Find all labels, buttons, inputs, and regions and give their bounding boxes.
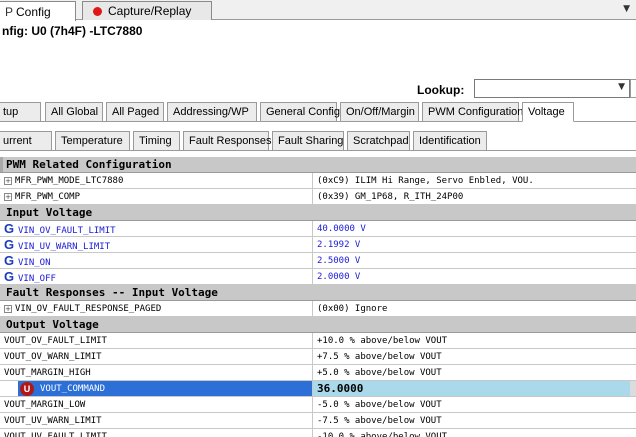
section-title: Input Voltage [6, 206, 93, 219]
property-value[interactable]: -7.5 % above/below VOUT [312, 413, 636, 428]
property-row[interactable]: VOUT_UV_FAULT_LIMIT -10.0 % above/below … [0, 429, 636, 437]
section-header: Output Voltage [0, 317, 636, 333]
tab-capture-replay[interactable]: Capture/Replay [82, 1, 212, 20]
property-name: VIN_UV_WARN_LIMIT [18, 242, 111, 252]
record-dot-icon [93, 6, 102, 16]
property-row[interactable]: + MFR_PWM_MODE_LTC7880 (0xC9) ILIM Hi Ran… [0, 173, 636, 189]
property-value[interactable]: (0x39) GM_1P68, R_ITH_24P00 [312, 189, 636, 204]
property-value[interactable]: +7.5 % above/below VOUT [312, 349, 636, 364]
property-name: MFR_PWM_COMP [15, 192, 81, 202]
tab-general-config[interactable]: General Config [260, 102, 340, 122]
tab-all-global[interactable]: All Global [45, 102, 103, 122]
property-name: VOUT_COMMAND [18, 381, 312, 396]
section-header: Input Voltage [0, 205, 636, 221]
property-row[interactable]: G VIN_OFF 2.0000 V [0, 269, 636, 285]
property-value[interactable]: 2.1992 V [312, 237, 636, 252]
property-name: VOUT_MARGIN_HIGH [4, 368, 91, 378]
property-row[interactable]: VOUT_OV_FAULT_LIMIT +10.0 % above/below … [0, 333, 636, 349]
property-value-editor[interactable]: 36.0000 [312, 381, 636, 396]
tab-setup[interactable]: tup [0, 102, 41, 122]
chevron-down-icon[interactable]: ▼ [623, 4, 630, 14]
tab-config[interactable]: P Config [0, 1, 76, 21]
property-name: VIN_ON [18, 258, 51, 268]
property-row[interactable]: G VIN_UV_WARN_LIMIT 2.1992 V [0, 237, 636, 253]
expand-icon[interactable]: + [4, 304, 12, 313]
tab-pwm-configuration[interactable]: PWM Configuration [422, 102, 523, 122]
expand-icon[interactable]: + [4, 192, 12, 201]
category-tabs-row-2: urrent Temperature Timing Fault Response… [0, 131, 636, 151]
property-row[interactable]: + VIN_OV_FAULT_RESPONSE_PAGED (0x00) Igno… [0, 301, 636, 317]
property-name: VIN_OFF [18, 274, 56, 284]
property-name: VOUT_UV_FAULT_LIMIT [4, 432, 107, 437]
lookup-combobox[interactable]: ▼ [474, 79, 630, 98]
section-header: Fault Responses -- Input Voltage [0, 285, 636, 301]
category-tabs-row-1: tup All Global All Paged Addressing/WP G… [0, 102, 636, 122]
property-name: VIN_OV_FAULT_RESPONSE_PAGED [15, 304, 162, 314]
section-title: Fault Responses -- Input Voltage [6, 286, 218, 299]
property-row[interactable]: VOUT_OV_WARN_LIMIT +7.5 % above/below VO… [0, 349, 636, 365]
tab-config-prefix: P [5, 4, 14, 19]
property-value[interactable]: -10.0 % above/below VOUT [312, 429, 636, 437]
property-name: VOUT_OV_FAULT_LIMIT [4, 336, 107, 346]
tab-fault-sharing[interactable]: Fault Sharing [272, 131, 344, 151]
property-row[interactable]: VOUT_MARGIN_HIGH +5.0 % above/below VOUT [0, 365, 636, 381]
property-value[interactable]: 2.5000 V [312, 253, 636, 268]
tab-capture-replay-label: Capture/Replay [108, 4, 192, 18]
property-value[interactable]: (0xC9) ILIM Hi Range, Servo Enbled, VOU. [312, 173, 636, 188]
property-row[interactable]: VOUT_MARGIN_LOW -5.0 % above/below VOUT [0, 397, 636, 413]
property-name: VOUT_UV_WARN_LIMIT [4, 416, 102, 426]
property-row-selected[interactable]: U VOUT_COMMAND 36.0000 [0, 381, 636, 397]
tab-on-off-margin[interactable]: On/Off/Margin [340, 102, 419, 122]
property-value[interactable]: (0x00) Ignore [312, 301, 636, 316]
global-icon: G [4, 269, 15, 284]
property-row[interactable]: G VIN_ON 2.5000 V [0, 253, 636, 269]
tab-scratchpad[interactable]: Scratchpad [347, 131, 410, 151]
property-value[interactable]: 40.0000 V [312, 221, 636, 236]
property-row[interactable]: + MFR_PWM_COMP (0x39) GM_1P68, R_ITH_24P0… [0, 189, 636, 205]
property-name: VOUT_OV_WARN_LIMIT [4, 352, 102, 362]
property-value[interactable]: 2.0000 V [312, 269, 636, 284]
global-icon: G [4, 221, 15, 236]
tab-timing[interactable]: Timing [133, 131, 180, 151]
property-name: VOUT_MARGIN_LOW [4, 400, 86, 410]
lookup-side-button[interactable] [630, 79, 636, 98]
property-name: MFR_PWM_MODE_LTC7880 [15, 176, 124, 186]
tab-all-paged[interactable]: All Paged [106, 102, 164, 122]
property-value[interactable]: -5.0 % above/below VOUT [312, 397, 636, 412]
lookup-label: Lookup: [417, 83, 465, 97]
global-icon: G [4, 237, 15, 252]
tab-voltage[interactable]: Voltage [522, 102, 574, 122]
status-badge-icon: U [20, 382, 34, 396]
tab-current[interactable]: urrent [0, 131, 52, 151]
tab-addressing-wp[interactable]: Addressing/WP [167, 102, 257, 122]
chevron-down-icon[interactable]: ▼ [618, 82, 625, 92]
property-row[interactable]: G VIN_OV_FAULT_LIMIT 40.0000 V [0, 221, 636, 237]
property-value[interactable]: +10.0 % above/below VOUT [312, 333, 636, 348]
property-row[interactable]: VOUT_UV_WARN_LIMIT -7.5 % above/below VO… [0, 413, 636, 429]
tab-identification[interactable]: Identification [413, 131, 487, 151]
page-title: nfig: U0 (7h4F) -LTC7880 [2, 24, 143, 38]
scrollbar[interactable] [630, 381, 636, 396]
global-icon: G [4, 253, 15, 268]
section-title: PWM Related Configuration [6, 158, 172, 171]
property-grid: PWM Related Configuration + MFR_PWM_MODE_… [0, 157, 636, 437]
tab-config-label: Config [16, 4, 51, 19]
tab-temperature[interactable]: Temperature [55, 131, 130, 151]
document-tab-strip: P Config Capture/Replay ▼ [0, 0, 636, 21]
property-value[interactable]: +5.0 % above/below VOUT [312, 365, 636, 380]
section-title: Output Voltage [6, 318, 99, 331]
property-name: VIN_OV_FAULT_LIMIT [18, 226, 116, 236]
expand-icon[interactable]: + [4, 176, 12, 185]
tab-fault-responses[interactable]: Fault Responses [183, 131, 272, 151]
section-header: PWM Related Configuration [0, 157, 636, 173]
